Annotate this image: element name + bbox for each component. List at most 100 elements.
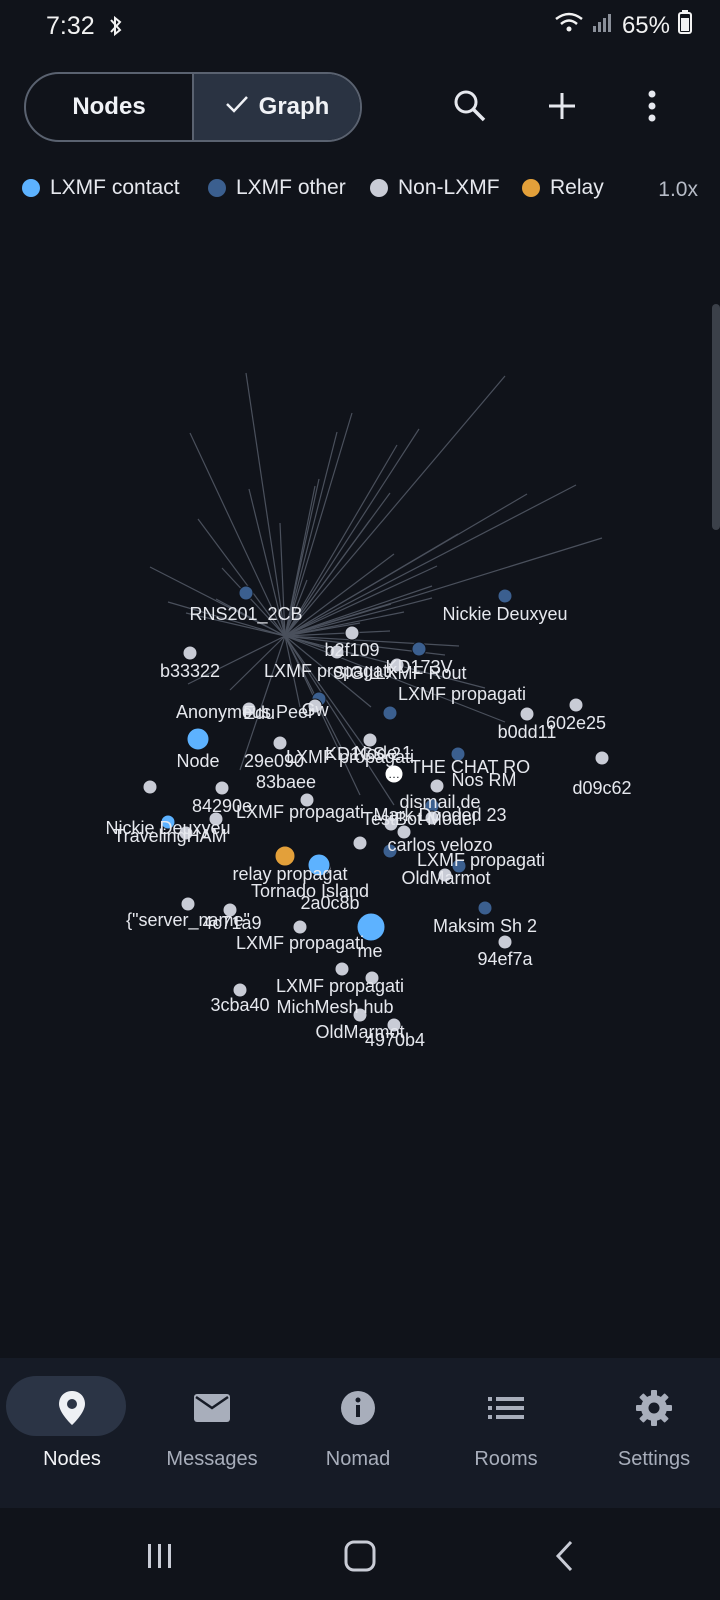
node-label: 83baee xyxy=(256,772,316,792)
graph-node[interactable] xyxy=(186,727,210,751)
chat-icon: … xyxy=(388,767,400,781)
mail-icon xyxy=(192,1388,232,1428)
graph-node[interactable] xyxy=(497,588,513,604)
graph-node[interactable] xyxy=(497,934,513,950)
nav-settings[interactable]: Settings xyxy=(582,1358,720,1508)
node-label: d09c62 xyxy=(572,778,631,798)
node-label: b2f109 xyxy=(324,640,379,660)
list-icon xyxy=(486,1388,526,1428)
legend-relay: Relay xyxy=(522,176,604,200)
plus-icon xyxy=(549,93,575,119)
legend: LXMF contact LXMF other Non-LXMF Relay 1… xyxy=(22,176,698,210)
graph-node[interactable] xyxy=(477,900,493,916)
nav-label: Nodes xyxy=(43,1448,101,1470)
status-time: 7:32 xyxy=(46,12,95,40)
node-label: Mark Dooded 23 xyxy=(373,805,506,825)
node-label: SIGIL xyxy=(333,663,379,683)
nav-rooms[interactable]: Rooms xyxy=(434,1358,578,1508)
nav-messages[interactable]: Messages xyxy=(140,1358,284,1508)
search-icon xyxy=(454,90,486,122)
legend-label: Relay xyxy=(550,176,604,199)
legend-dot xyxy=(22,179,40,197)
node-label: 602e25 xyxy=(546,713,606,733)
system-navigation xyxy=(0,1508,720,1600)
graph-node[interactable] xyxy=(352,835,368,851)
more-options-button[interactable] xyxy=(632,86,672,126)
graph-node[interactable] xyxy=(344,625,360,641)
node-label: Gw xyxy=(302,700,330,720)
relay-node[interactable] xyxy=(274,845,296,867)
graph-node[interactable] xyxy=(180,896,196,912)
node-label: Nickie Deuxyeu xyxy=(442,604,567,624)
graph-node[interactable] xyxy=(594,750,610,766)
gear-icon xyxy=(634,1388,674,1428)
node-label: RNS201_2CB xyxy=(189,604,302,625)
more-vert-icon xyxy=(648,90,656,122)
toggle-graph[interactable]: Graph xyxy=(194,74,360,140)
bottom-navigation: Nodes Messages Nomad Rooms Settings xyxy=(0,1358,720,1508)
status-bar: 7:32 65% xyxy=(0,0,720,52)
legend-label: LXMF contact xyxy=(50,176,180,199)
node-label: LXMF propagati xyxy=(417,850,545,870)
node-label: LXMF propagati xyxy=(236,933,364,953)
graph-node[interactable] xyxy=(334,961,350,977)
graph-node[interactable] xyxy=(214,780,230,796)
graph-node[interactable] xyxy=(292,919,308,935)
add-button[interactable] xyxy=(542,86,582,126)
graph-edge xyxy=(221,567,286,637)
home-icon xyxy=(344,1540,376,1572)
nav-label: Nomad xyxy=(325,1448,391,1470)
node-label: OldMarmot xyxy=(401,868,490,888)
home-button[interactable] xyxy=(340,1536,380,1576)
legend-dot xyxy=(370,179,388,197)
node-label: Edu xyxy=(243,703,275,723)
node-label: LXMF Rout xyxy=(375,663,466,683)
graph-node[interactable] xyxy=(519,706,535,722)
nav-nomad[interactable]: Nomad xyxy=(286,1358,430,1508)
graph-node[interactable] xyxy=(272,735,288,751)
nav-label: Rooms xyxy=(474,1448,538,1470)
legend-non-lxmf: Non-LXMF xyxy=(370,176,500,200)
legend-dot xyxy=(522,179,540,197)
network-graph[interactable]: …RNS201_2CB Nickie Deuxyeub33322b2f109KD1… xyxy=(0,220,720,1330)
back-icon xyxy=(555,1540,573,1572)
map-pin-icon xyxy=(52,1388,92,1428)
node-label: 4c71a9 xyxy=(202,913,261,933)
graph-node[interactable] xyxy=(568,697,584,713)
recents-icon xyxy=(148,1544,171,1568)
info-icon xyxy=(338,1388,378,1428)
graph-node[interactable] xyxy=(382,705,398,721)
legend-lxmf-contact: LXMF contact xyxy=(22,176,180,200)
node-label: LXMF propagati xyxy=(236,802,364,822)
battery-percent: 65% xyxy=(621,11,670,39)
graph-node[interactable] xyxy=(411,641,427,657)
node-label: Node 1 xyxy=(354,743,412,763)
node-label: LXMF propagati xyxy=(398,684,526,704)
back-button[interactable] xyxy=(545,1536,585,1576)
toggle-graph-label: Graph xyxy=(258,93,330,120)
legend-dot xyxy=(208,179,226,197)
graph-node[interactable] xyxy=(182,645,198,661)
bluetooth-icon xyxy=(108,14,124,43)
nav-label: Settings xyxy=(617,1448,691,1470)
nav-label: Messages xyxy=(166,1448,258,1470)
node-label: Nos RM xyxy=(451,770,516,790)
view-toggle: Nodes Graph xyxy=(24,72,362,142)
search-button[interactable] xyxy=(450,86,490,126)
toggle-nodes[interactable]: Nodes xyxy=(26,74,194,140)
node-label: 2a0c8b xyxy=(300,893,359,913)
node-label: TravelingHAM xyxy=(113,826,226,846)
graph-node[interactable] xyxy=(142,779,158,795)
graph-node[interactable] xyxy=(238,585,254,601)
node-label: 4970b4 xyxy=(365,1030,425,1050)
graph-labels: RNS201_2CB Nickie Deuxyeub33322b2f109KD17… xyxy=(105,604,631,1050)
zoom-level: 1.0x xyxy=(658,178,698,201)
node-label: Node xyxy=(176,751,219,771)
nav-nodes[interactable]: Nodes xyxy=(0,1358,144,1508)
legend-label: Non-LXMF xyxy=(398,176,500,199)
graph-node[interactable] xyxy=(429,778,445,794)
recent-apps-button[interactable] xyxy=(140,1536,180,1576)
check-icon xyxy=(225,93,249,121)
battery-icon xyxy=(678,10,692,41)
signal-icon xyxy=(592,11,614,40)
